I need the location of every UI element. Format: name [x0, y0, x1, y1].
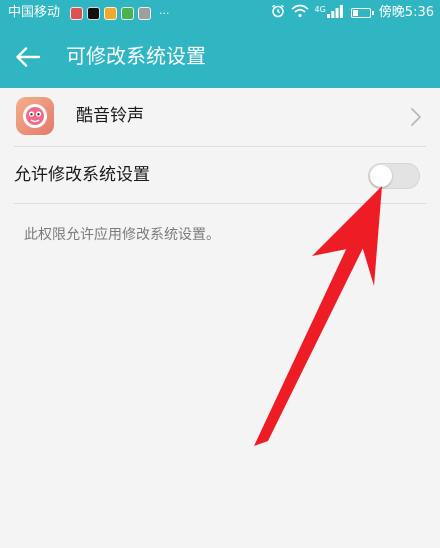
clock-label: 傍晚5:36	[378, 5, 434, 20]
status-right-group: 4G 傍晚5:36	[265, 4, 434, 22]
more-notifications-indicator: ···	[159, 6, 170, 20]
alarm-icon	[271, 4, 285, 22]
tiktok-icon	[87, 6, 100, 20]
video-app-icon	[104, 6, 117, 20]
permission-description: 此权限允许应用修改系统设置。	[24, 227, 220, 243]
network-type-label: 4G	[314, 5, 326, 14]
back-button[interactable]	[8, 37, 48, 77]
arrow-shaft	[254, 241, 364, 446]
notification-icons: ···	[70, 5, 170, 21]
battery-level-fill	[352, 10, 358, 16]
status-bar: 中国移动 ··· 4G 傍晚5:36	[0, 0, 440, 26]
wifi-icon	[290, 4, 309, 22]
battery-icon	[350, 8, 374, 18]
carrier-label: 中国移动	[8, 5, 61, 20]
app-logo-icon	[16, 97, 54, 135]
modify-settings-label: 允许修改系统设置	[14, 165, 150, 185]
image-app-icon	[121, 6, 134, 20]
back-arrow-icon	[16, 47, 41, 67]
app-name-label: 酷音铃声	[76, 106, 144, 126]
modify-settings-toggle[interactable]	[368, 163, 420, 189]
home-app-icon	[138, 6, 151, 20]
toggle-knob	[370, 165, 392, 187]
app-info-row[interactable]: 酷音铃声	[0, 88, 440, 146]
row-divider	[14, 203, 426, 204]
header-bar: 中国移动 ··· 4G 傍晚5:36 可修改系统设置	[0, 0, 440, 88]
app-notification-icon	[70, 6, 83, 20]
signal-icon	[326, 4, 343, 22]
navigation-bar: 可修改系统设置	[0, 26, 440, 88]
page-title: 可修改系统设置	[66, 44, 206, 68]
chevron-right-icon	[411, 108, 421, 126]
modify-settings-row: 允许修改系统设置	[0, 147, 440, 203]
